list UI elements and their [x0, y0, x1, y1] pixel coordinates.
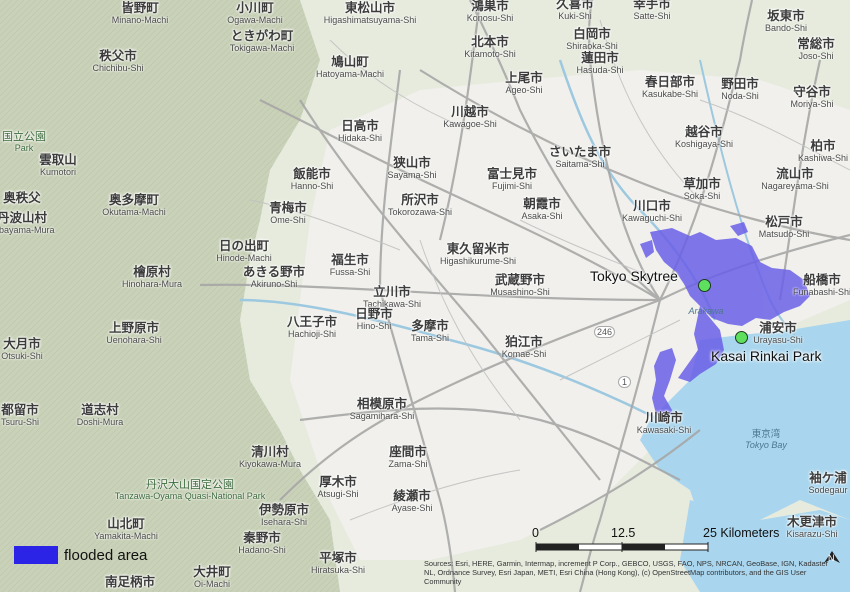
place-label: 守谷市 Moriya-Shi [790, 85, 834, 109]
place-label: 狭山市 Sayama-Shi [387, 156, 437, 180]
place-label: 奥多摩町 Okutama-Machi [102, 193, 166, 217]
place-label: 八王子市 Hachioji-Shi [286, 315, 338, 339]
place-label: 雲取山 Kumotori [39, 153, 77, 177]
place-label: 白岡市 Shiraoka-Shi [566, 27, 618, 51]
place-label: 越谷市 Koshigaya-Shi [674, 125, 734, 149]
place-label: 蓮田市 Hasuda-Shi [576, 51, 624, 75]
place-label: 浦安市 Urayasu-Shi [753, 321, 803, 345]
place-label: 檜原村 Hinohara-Mura [121, 265, 183, 289]
place-label: 大井町 Oi-Machi [193, 565, 231, 589]
place-label: 皆野町 Minano-Machi [111, 1, 169, 25]
place-label: 南足柄市 [104, 575, 156, 589]
tokyo-skytree-label: Tokyo Skytree [590, 268, 678, 284]
water-label: 東京湾 Tokyo Bay [745, 429, 787, 450]
place-label: 川口市 Kawaguchi-Shi [621, 199, 683, 223]
place-label: 柏市 Kashiwa-Shi [797, 139, 849, 163]
place-label: 大月市 Otsuki-Shi [1, 337, 43, 361]
place-label: 多摩市 Tama-Shi [410, 319, 450, 343]
place-label: 松戸市 Matsudo-Shi [758, 215, 810, 239]
place-label: 日の出町 Hinode-Machi [216, 239, 272, 263]
place-label: 所沢市 Tokorozawa-Shi [387, 193, 453, 217]
park-label: 丹沢大山国定公園 Tanzawa-Oyama Quasi-National Par… [114, 479, 266, 501]
water-label: Arakawa [688, 306, 724, 316]
place-label: 日野市 Hino-Shi [355, 307, 393, 331]
place-label: 綾瀬市 Ayase-Shi [391, 489, 433, 513]
place-label: 北本市 Kitamoto-Shi [464, 35, 516, 59]
place-label: 久喜市 Kuki-Shi [556, 0, 594, 21]
scale-bar-graphic [535, 542, 709, 552]
place-label: 流山市 Nagareyama-Shi [761, 167, 829, 191]
place-label: 鳩山町 Hatoyama-Machi [315, 55, 385, 79]
tokyo-skytree-marker[interactable] [698, 279, 711, 292]
place-label: 道志村 Doshi-Mura [76, 403, 124, 427]
place-label: 春日部市 Kasukabe-Shi [641, 75, 699, 99]
place-label: さいたま市 Saitama-Shi [548, 145, 612, 169]
place-label: 相模原市 Sagamihara-Shi [349, 397, 415, 421]
place-label: 奥秩父 [3, 191, 41, 205]
place-label: 坂東市 Bando-Shi [764, 9, 808, 33]
place-label: 草加市 Soka-Shi [683, 177, 721, 201]
place-label: 船橋市 Funabashi-Shi [792, 273, 850, 297]
place-label: 朝霞市 Asaka-Shi [521, 197, 563, 221]
place-label: 山北町 Yamakita-Machi [94, 517, 158, 541]
place-label: 小川町 Ogawa-Machi [227, 1, 283, 25]
scale-tick: 12.5 [611, 526, 636, 540]
park-label: 国立公園 Park [2, 131, 46, 153]
place-label: 日高市 Hidaka-Shi [337, 119, 383, 143]
place-label: 野田市 Noda-Shi [721, 77, 759, 101]
place-label: 都留市 Tsuru-Shi [0, 403, 40, 427]
place-label: 上尾市 Ageo-Shi [505, 71, 543, 95]
place-label: 東久留米市 Higashikurume-Shi [439, 242, 517, 266]
place-label: 鴻巣市 Konosu-Shi [466, 0, 514, 23]
scale-tick: 25 Kilometers [703, 526, 780, 540]
place-label: 常総市 Joso-Shi [797, 37, 835, 61]
road-shield: 246 [594, 326, 616, 338]
place-label: 平塚市 Hiratsuka-Shi [310, 551, 366, 575]
place-label: 袖ケ浦 Sodegaur [808, 471, 848, 495]
map-legend: flooded area [14, 546, 147, 564]
place-label: ときがわ町 Tokigawa-Machi [229, 29, 295, 53]
place-label: 座間市 Zama-Shi [388, 445, 428, 469]
place-label: 伊勢原市 Isehara-Shi [258, 503, 310, 527]
place-label: あきる野市 Akiruno-Shi [242, 265, 306, 289]
place-label: 川越市 Kawagoe-Shi [443, 105, 497, 129]
place-label: 川崎市 Kawasaki-Shi [636, 411, 692, 435]
place-label: 丹波山村Tabayama-Mura [0, 211, 55, 235]
place-label: 富士見市 Fujimi-Shi [486, 167, 538, 191]
kasai-rinkai-park-label: Kasai Rinkai Park [711, 348, 822, 364]
place-label: 上野原市 Uenohara-Shi [106, 321, 162, 345]
map-attribution: Sources: Esri, HERE, Garmin, Intermap, i… [424, 559, 829, 586]
place-label: 狛江市 Komae-Shi [501, 335, 547, 359]
kasai-rinkai-park-marker[interactable] [735, 331, 748, 344]
place-label: 清川村 Kiyokawa-Mura [238, 445, 302, 469]
place-label: 青梅市 Ome-Shi [269, 201, 307, 225]
place-label: 幸手市 Satte-Shi [633, 0, 671, 21]
place-label: 秩父市 Chichibu-Shi [92, 49, 144, 73]
map-view[interactable]: 皆野町 Minano-Machi 小川町 Ogawa-Machi 東松山市 Higas… [0, 0, 850, 592]
scale-tick: 0 [532, 526, 539, 540]
place-label: 飯能市 Hanno-Shi [290, 167, 334, 191]
place-label: 福生市 Fussa-Shi [329, 253, 371, 277]
place-label: 秦野市 Hadano-Shi [238, 531, 286, 555]
place-label: 東松山市 Higashimatsuyama-Shi [323, 1, 417, 25]
place-label: 厚木市 Atsugi-Shi [317, 475, 359, 499]
road-shield: 1 [618, 376, 632, 388]
flooded-area-swatch [14, 546, 58, 564]
north-label: N [828, 553, 835, 563]
legend-label: flooded area [64, 546, 148, 564]
place-label: 立川市 Tachikawa-Shi [362, 285, 422, 309]
place-label: 武蔵野市 Musashino-Shi [490, 273, 550, 297]
scale-bar: 0 12.5 25 Kilometers [532, 526, 815, 552]
